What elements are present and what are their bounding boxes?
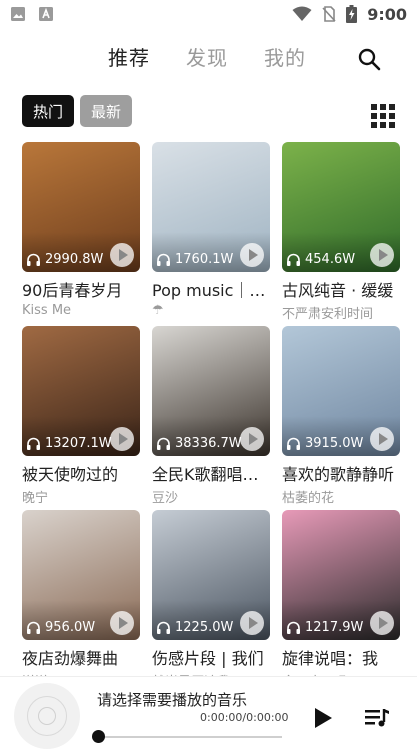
- playlist-author: Kiss Me: [22, 303, 72, 318]
- tab-recommend[interactable]: 推荐: [108, 42, 150, 71]
- play-count: 1217.9W: [286, 620, 363, 635]
- play-count: 13207.1W: [26, 436, 112, 451]
- play-circle-icon[interactable]: [240, 427, 264, 451]
- playlist-card[interactable]: 1217.9W旋律说唱：我今天吃了吗: [282, 510, 400, 690]
- clock: 9:00: [367, 4, 407, 24]
- grid-view-icon[interactable]: [371, 104, 395, 128]
- playlist-cover[interactable]: 1760.1W: [152, 142, 270, 272]
- tab-mine[interactable]: 我的: [264, 42, 306, 71]
- playlist-title: 旋律说唱：我: [282, 649, 379, 668]
- play-circle-icon[interactable]: [370, 243, 394, 267]
- headphones-icon: [287, 621, 300, 634]
- playlist-cover[interactable]: 1217.9W: [282, 510, 400, 640]
- progress-track[interactable]: [98, 736, 282, 738]
- album-disc[interactable]: [14, 683, 80, 749]
- play-count: 1760.1W: [156, 252, 233, 267]
- tab-discover[interactable]: 发现: [186, 42, 228, 71]
- playlist-title: 喜欢的歌静静听: [282, 465, 395, 484]
- playlist-title: 伤感片段 | 我们: [152, 649, 264, 668]
- play-count-value: 1225.0W: [175, 620, 234, 635]
- play-count: 1225.0W: [156, 620, 233, 635]
- play-circle-icon[interactable]: [370, 611, 394, 635]
- headphones-icon: [157, 621, 170, 634]
- play-count-value: 38336.7W: [175, 436, 242, 451]
- wifi-icon: [292, 6, 312, 21]
- headphones-icon: [27, 621, 40, 634]
- playback-time: 0:00:00/0:00:00: [200, 711, 289, 724]
- play-count: 3915.0W: [286, 436, 363, 451]
- play-circle-icon[interactable]: [240, 611, 264, 635]
- playlist-title: 夜店劲爆舞曲: [22, 649, 119, 668]
- now-playing-title: 请选择需要播放的音乐: [97, 691, 248, 709]
- play-count: 454.6W: [286, 252, 355, 267]
- playlist-cover[interactable]: 454.6W: [282, 142, 400, 272]
- playlist-cover[interactable]: 956.0W: [22, 510, 140, 640]
- status-bar: 9:00: [0, 0, 417, 28]
- playlist-author: 不严肃安利时间: [282, 307, 374, 322]
- play-circle-icon[interactable]: [370, 427, 394, 451]
- playlist-title: Pop music｜欧美: [152, 281, 270, 300]
- play-icon[interactable]: [313, 707, 333, 729]
- playlist-card[interactable]: 13207.1W 被天使吻过的晚宁: [22, 326, 140, 506]
- headphones-icon: [27, 437, 40, 450]
- play-count-value: 3915.0W: [305, 436, 364, 451]
- play-count-value: 454.6W: [305, 252, 356, 267]
- headphones-icon: [287, 253, 300, 266]
- playlist-title: 古风纯音 · 缓缓: [282, 281, 394, 300]
- playlist-cover[interactable]: 13207.1W: [22, 326, 140, 456]
- play-count-value: 956.0W: [45, 620, 96, 635]
- playlist-cover[interactable]: 1225.0W: [152, 510, 270, 640]
- playlist-card[interactable]: 956.0W夜店劲爆舞曲洋洋: [22, 510, 140, 690]
- playlist-title: 全民K歌翻唱精选: [152, 465, 270, 484]
- play-circle-icon[interactable]: [110, 243, 134, 267]
- playlist-author: 枯萎的花: [282, 491, 335, 506]
- progress-thumb[interactable]: [92, 730, 105, 743]
- app-letter-icon: [39, 7, 53, 21]
- play-circle-icon[interactable]: [240, 243, 264, 267]
- play-count: 956.0W: [26, 620, 95, 635]
- playlist-card[interactable]: 2990.8W 90后青春岁月 Kiss Me: [22, 142, 140, 318]
- image-icon: [11, 7, 25, 21]
- mini-player: 请选择需要播放的音乐 0:00:00/0:00:00: [0, 676, 417, 749]
- top-nav: 推荐 发现 我的: [0, 40, 417, 76]
- play-count-value: 13207.1W: [45, 436, 112, 451]
- play-circle-icon[interactable]: [110, 611, 134, 635]
- playlist-cover[interactable]: 2990.8W: [22, 142, 140, 272]
- play-circle-icon[interactable]: [110, 427, 134, 451]
- play-count-value: 1760.1W: [175, 252, 234, 267]
- playlist-author: 豆沙: [152, 491, 179, 506]
- play-count-value: 1217.9W: [305, 620, 364, 635]
- play-count-value: 2990.8W: [45, 252, 104, 267]
- playlist-title: 90后青春岁月: [22, 281, 123, 300]
- playlist-card[interactable]: 1760.1W Pop music｜欧美 ☂: [152, 142, 270, 318]
- playlist-cover[interactable]: 3915.0W: [282, 326, 400, 456]
- playlist-author: ☂: [152, 303, 164, 318]
- playlist-icon[interactable]: [365, 707, 391, 729]
- headphones-icon: [157, 437, 170, 450]
- playlist-card[interactable]: 454.6W 古风纯音 · 缓缓不严肃安利时间: [282, 142, 400, 322]
- filter-hot-button[interactable]: 热门: [22, 95, 74, 127]
- headphones-icon: [27, 253, 40, 266]
- playlist-card[interactable]: 38336.7W 全民K歌翻唱精选豆沙: [152, 326, 270, 506]
- playlist-card[interactable]: 3915.0W 喜欢的歌静静听枯萎的花: [282, 326, 400, 506]
- headphones-icon: [287, 437, 300, 450]
- filter-new-button[interactable]: 最新: [80, 95, 132, 127]
- playlist-cover[interactable]: 38336.7W: [152, 326, 270, 456]
- headphones-icon: [157, 253, 170, 266]
- play-count: 38336.7W: [156, 436, 242, 451]
- playlist-title: 被天使吻过的: [22, 465, 119, 484]
- playlist-card[interactable]: 1225.0W伤感片段 | 我们就当是原谅我了: [152, 510, 270, 690]
- playlist-author: 晚宁: [22, 491, 49, 506]
- search-icon[interactable]: [356, 46, 382, 72]
- play-count: 2990.8W: [26, 252, 103, 267]
- battery-charging-icon: [346, 5, 358, 23]
- no-sim-icon: [322, 6, 336, 22]
